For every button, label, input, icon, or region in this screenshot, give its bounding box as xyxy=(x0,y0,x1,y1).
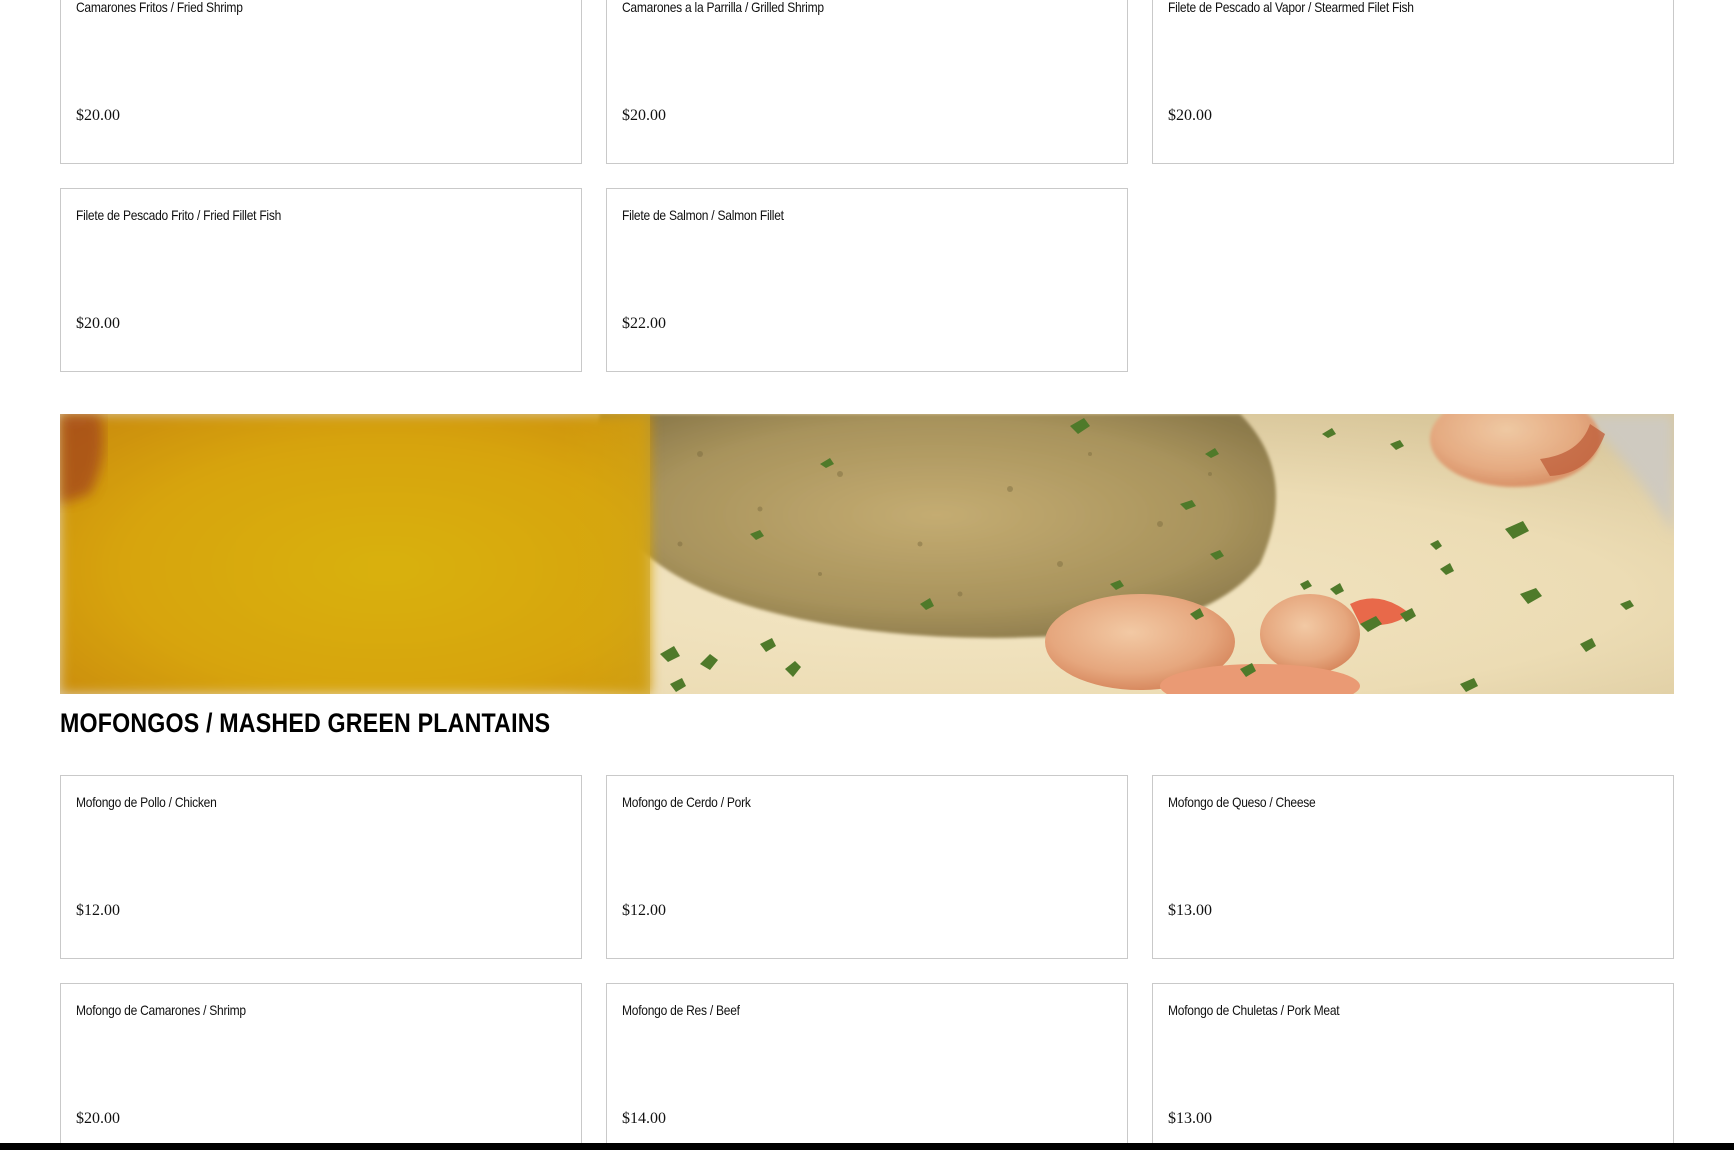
menu-item-price: $20.00 xyxy=(76,107,120,124)
menu-item-price: $22.00 xyxy=(622,315,666,332)
menu-item-name: Camarones a la Parrilla / Grilled Shrimp xyxy=(622,0,824,15)
menu-item-card[interactable]: Camarones a la Parrilla / Grilled Shrimp… xyxy=(606,0,1128,164)
menu-item-card[interactable]: Mofongo de Queso / Cheese $13.00 xyxy=(1152,775,1674,959)
mofongo-items-grid: Mofongo de Pollo / Chicken $12.00 Mofong… xyxy=(60,775,1674,1150)
menu-item-price: $13.00 xyxy=(1168,1110,1212,1127)
menu-item-price: $20.00 xyxy=(622,107,666,124)
menu-item-card[interactable]: Mofongo de Res / Beef $14.00 xyxy=(606,983,1128,1150)
seafood-items-grid: Camarones Fritos / Fried Shrimp $20.00 C… xyxy=(60,0,1674,372)
menu-item-name: Camarones Fritos / Fried Shrimp xyxy=(76,0,243,15)
menu-item-card[interactable]: Camarones Fritos / Fried Shrimp $20.00 xyxy=(60,0,582,164)
menu-item-name: Mofongo de Res / Beef xyxy=(622,1002,740,1018)
menu-item-price: $20.00 xyxy=(1168,107,1212,124)
menu-item-card[interactable]: Mofongo de Cerdo / Pork $12.00 xyxy=(606,775,1128,959)
section-title-mofongos: MOFONGOS / MASHED GREEN PLANTAINS xyxy=(60,708,551,738)
menu-item-price: $20.00 xyxy=(76,315,120,332)
menu-item-card[interactable]: Filete de Salmon / Salmon Fillet $22.00 xyxy=(606,188,1128,372)
bottom-bar xyxy=(0,1143,1734,1150)
menu-item-card[interactable]: Filete de Pescado Frito / Fried Fillet F… xyxy=(60,188,582,372)
menu-item-card[interactable]: Mofongo de Chuletas / Pork Meat $13.00 xyxy=(1152,983,1674,1150)
mofongo-photo-icon xyxy=(60,414,1674,694)
menu-item-name: Mofongo de Camarones / Shrimp xyxy=(76,1002,246,1018)
menu-item-name: Mofongo de Pollo / Chicken xyxy=(76,794,217,810)
menu-item-card[interactable]: Filete de Pescado al Vapor / Stearmed Fi… xyxy=(1152,0,1674,164)
menu-item-price: $14.00 xyxy=(622,1110,666,1127)
mofongo-banner-image xyxy=(60,414,1674,694)
menu-item-price: $20.00 xyxy=(76,1110,120,1127)
menu-item-card[interactable]: Mofongo de Camarones / Shrimp $20.00 xyxy=(60,983,582,1150)
menu-item-name: Mofongo de Chuletas / Pork Meat xyxy=(1168,1002,1340,1018)
menu-item-name: Filete de Pescado al Vapor / Stearmed Fi… xyxy=(1168,0,1414,15)
menu-item-name: Filete de Pescado Frito / Fried Fillet F… xyxy=(76,207,282,223)
menu-item-name: Mofongo de Cerdo / Pork xyxy=(622,794,751,810)
menu-item-name: Mofongo de Queso / Cheese xyxy=(1168,794,1316,810)
menu-item-price: $12.00 xyxy=(622,902,666,919)
menu-item-card[interactable]: Mofongo de Pollo / Chicken $12.00 xyxy=(60,775,582,959)
menu-item-price: $12.00 xyxy=(76,902,120,919)
menu-item-price: $13.00 xyxy=(1168,902,1212,919)
menu-item-name: Filete de Salmon / Salmon Fillet xyxy=(622,207,784,223)
